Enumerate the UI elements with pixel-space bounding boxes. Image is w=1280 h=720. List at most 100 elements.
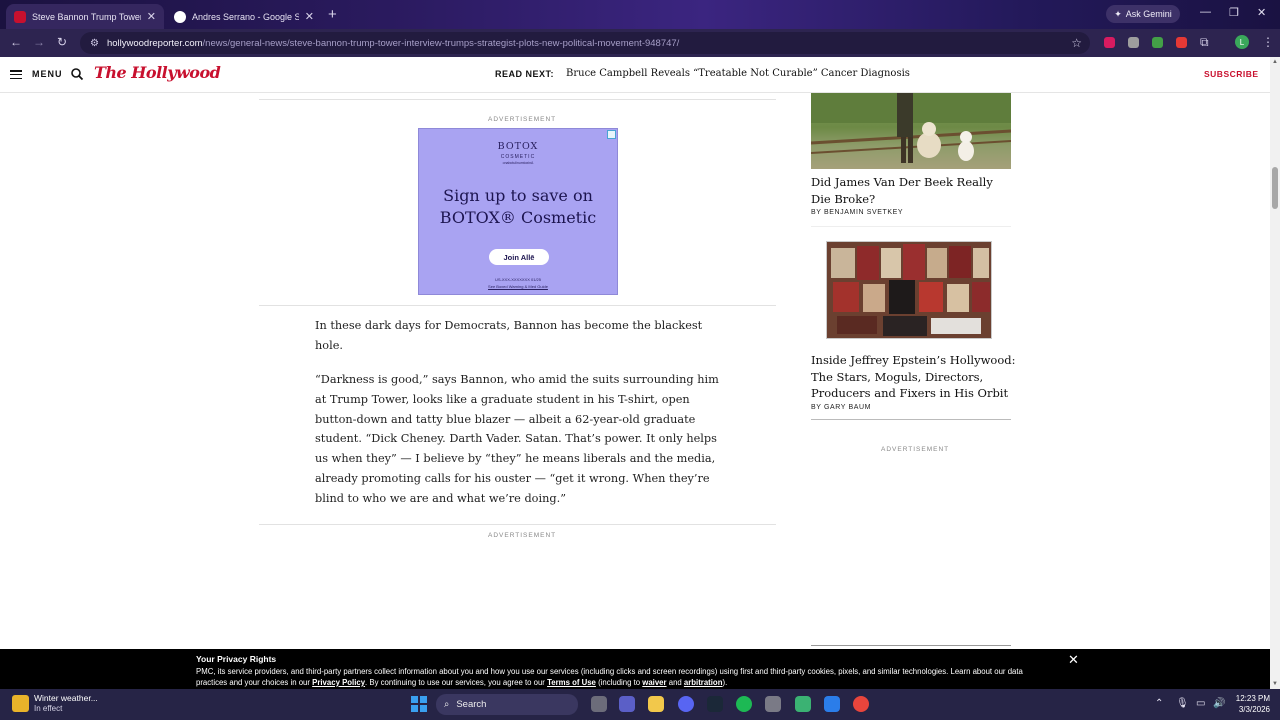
volume-icon[interactable]: 🔊 bbox=[1213, 698, 1225, 709]
rail-story-byline[interactable]: BY BENJAMIN SVETKEY bbox=[811, 209, 903, 216]
ad-join-button[interactable]: Join Allē bbox=[489, 249, 549, 265]
google-favicon-icon bbox=[174, 10, 186, 23]
taskbar-search[interactable]: ⌕ Search bbox=[436, 694, 578, 715]
site-favicon-icon bbox=[14, 10, 26, 23]
tab-steve-bannon[interactable]: Steve Bannon Trump Tower Inte ✕ bbox=[6, 4, 164, 29]
steam-icon[interactable] bbox=[707, 696, 723, 712]
app-icon[interactable] bbox=[795, 696, 811, 712]
close-tab-icon[interactable]: ✕ bbox=[147, 10, 156, 23]
tab-title: Andres Serrano - Google Searc bbox=[192, 11, 299, 22]
ad-brand-sub: COSMETIC bbox=[500, 154, 536, 160]
taskbar-search-label: Search bbox=[456, 699, 487, 710]
teams-icon[interactable] bbox=[619, 696, 635, 712]
minimize-icon[interactable]: — bbox=[1200, 6, 1211, 18]
new-tab-button[interactable]: + bbox=[328, 6, 337, 23]
extension-icon[interactable] bbox=[1152, 37, 1163, 48]
close-tab-icon[interactable]: ✕ bbox=[305, 10, 314, 23]
web-page: MENU The Hollywood READ NEXT: Bruce Camp… bbox=[0, 57, 1270, 649]
address-bar[interactable]: ⚙ hollywoodreporter.com/news/general-new… bbox=[80, 32, 1090, 54]
rail-story-title[interactable]: Did James Van Der Beek Really Die Broke? bbox=[811, 174, 1016, 207]
hamburger-menu-icon[interactable] bbox=[10, 70, 22, 79]
divider bbox=[811, 645, 1011, 646]
app-icon[interactable] bbox=[824, 696, 840, 712]
scroll-down-icon[interactable]: ▼ bbox=[1272, 681, 1278, 687]
ad-brand: BOTOX bbox=[497, 141, 539, 152]
page-scrollbar[interactable]: ▲ ▼ bbox=[1270, 57, 1280, 689]
botox-ad[interactable]: BOTOX COSMETIC onabotulinumtoxinA Sign u… bbox=[418, 128, 618, 295]
read-next-link[interactable]: Bruce Campbell Reveals “Treatable Not Cu… bbox=[566, 68, 910, 79]
file-explorer-icon[interactable] bbox=[648, 696, 664, 712]
read-next-label: READ NEXT: bbox=[495, 69, 555, 79]
microphone-icon[interactable]: 🎙 bbox=[1176, 698, 1189, 709]
arbitration-link[interactable]: arbitration bbox=[684, 678, 723, 687]
privacy-policy-link[interactable]: Privacy Policy bbox=[312, 678, 365, 687]
article-paragraph: In these dark days for Democrats, Bannon… bbox=[315, 319, 703, 352]
ask-gemini-label: Ask Gemini bbox=[1125, 9, 1172, 19]
site-logo[interactable]: The Hollywood bbox=[94, 63, 221, 82]
ad-safety-link[interactable]: See Boxed Warning & Med Guide bbox=[419, 284, 617, 289]
divider bbox=[811, 226, 1011, 227]
reload-icon[interactable]: ↻ bbox=[57, 35, 67, 49]
spotify-icon[interactable] bbox=[736, 696, 752, 712]
restore-icon[interactable]: ❐ bbox=[1229, 6, 1239, 19]
display-icon[interactable]: ▭ bbox=[1196, 698, 1205, 709]
divider bbox=[811, 419, 1011, 420]
terms-of-use-link[interactable]: Terms of Use bbox=[547, 678, 596, 687]
site-header: MENU The Hollywood READ NEXT: Bruce Camp… bbox=[0, 57, 1270, 93]
weather-status: In effect bbox=[34, 704, 63, 713]
bookmark-star-icon[interactable]: ☆ bbox=[1071, 36, 1082, 50]
ad-label: ADVERTISEMENT bbox=[488, 532, 557, 539]
profile-avatar[interactable]: L bbox=[1235, 35, 1249, 49]
divider bbox=[259, 99, 776, 100]
subscribe-link[interactable]: SUBSCRIBE bbox=[1204, 69, 1259, 79]
adchoices-icon[interactable] bbox=[607, 130, 616, 139]
extension-icon[interactable] bbox=[1176, 37, 1187, 48]
article-paragraph: “Darkness is good,” says Bannon, who ami… bbox=[315, 373, 719, 505]
ad-label: ADVERTISEMENT bbox=[488, 116, 557, 123]
forward-icon[interactable]: → bbox=[33, 35, 45, 49]
browser-tab-strip: Steve Bannon Trump Tower Inte ✕ Andres S… bbox=[0, 0, 1280, 29]
task-view-icon[interactable] bbox=[591, 696, 607, 712]
browser-menu-icon[interactable]: ⋮ bbox=[1262, 35, 1274, 49]
settings-gear-icon[interactable] bbox=[765, 696, 781, 712]
windows-start-icon[interactable] bbox=[411, 696, 427, 712]
divider bbox=[259, 524, 776, 525]
gemini-sparkle-icon: ✦ bbox=[1114, 8, 1122, 19]
privacy-text: PMC, its service providers, and third-pa… bbox=[196, 667, 1023, 687]
close-privacy-icon[interactable]: ✕ bbox=[1068, 652, 1079, 668]
discord-icon[interactable] bbox=[678, 696, 694, 712]
rail-story-title[interactable]: Inside Jeffrey Epstein’s Hollywood: The … bbox=[811, 352, 1016, 402]
weather-warning-icon[interactable] bbox=[12, 695, 29, 712]
extensions-puzzle-icon[interactable]: ⧉ bbox=[1200, 35, 1209, 50]
back-icon[interactable]: ← bbox=[10, 35, 22, 49]
tab-title: Steve Bannon Trump Tower Inte bbox=[32, 11, 141, 22]
taskbar-clock[interactable]: 12:23 PM 3/3/2026 bbox=[1226, 693, 1270, 715]
rail-ad-label: ADVERTISEMENT bbox=[881, 446, 950, 453]
ad-fine-print: US-XXX-XXXXXXX 01/25 bbox=[494, 277, 542, 282]
tab-google-search[interactable]: Andres Serrano - Google Searc ✕ bbox=[166, 4, 322, 29]
tray-chevron-icon[interactable]: ⌃ bbox=[1155, 698, 1163, 709]
waiver-link[interactable]: waiver bbox=[642, 678, 666, 687]
privacy-banner: Your Privacy Rights PMC, its service pro… bbox=[0, 649, 1270, 689]
search-icon: ⌕ bbox=[444, 699, 450, 710]
chrome-icon[interactable] bbox=[853, 696, 869, 712]
extension-icon[interactable] bbox=[1104, 37, 1115, 48]
van-der-beek-story-image[interactable] bbox=[811, 93, 1011, 169]
windows-taskbar: Winter weather... In effect ⌕ Search ⌃ 🎙… bbox=[0, 689, 1280, 720]
menu-button[interactable]: MENU bbox=[32, 69, 63, 79]
close-window-icon[interactable]: ✕ bbox=[1257, 6, 1266, 19]
scroll-up-icon[interactable]: ▲ bbox=[1272, 59, 1278, 65]
weather-title[interactable]: Winter weather... bbox=[34, 693, 98, 703]
ad-brand-fine: onabotulinumtoxinA bbox=[502, 161, 534, 165]
mouse-cursor bbox=[718, 347, 728, 359]
ask-gemini-button[interactable]: ✦ Ask Gemini bbox=[1106, 5, 1180, 23]
epstein-story-image[interactable] bbox=[826, 241, 992, 339]
divider bbox=[259, 305, 776, 306]
privacy-title: Your Privacy Rights bbox=[196, 654, 277, 664]
scrollbar-thumb[interactable] bbox=[1272, 167, 1278, 209]
site-info-icon[interactable]: ⚙ bbox=[90, 38, 99, 49]
search-icon[interactable] bbox=[70, 67, 84, 81]
extension-icon[interactable] bbox=[1128, 37, 1139, 48]
rail-story-byline[interactable]: BY GARY BAUM bbox=[811, 404, 871, 411]
ad-headline: Sign up to save on BOTOX® Cosmetic bbox=[439, 186, 597, 227]
